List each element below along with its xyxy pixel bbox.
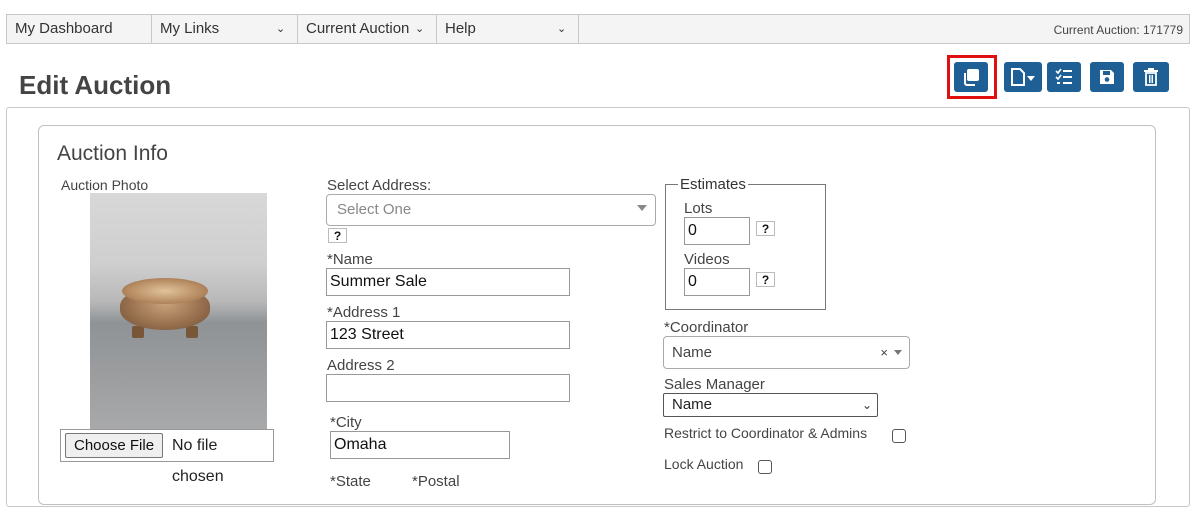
- section-heading: Auction Info: [57, 142, 168, 165]
- nav-current-auction[interactable]: Current Auction ⌄: [298, 15, 437, 43]
- photo-box-foot: [186, 326, 198, 338]
- auction-photo-label: Auction Photo: [61, 177, 149, 193]
- coordinator-value: Name: [672, 344, 713, 361]
- clear-icon[interactable]: ×: [880, 337, 888, 368]
- export-dropdown-icon: [1011, 68, 1035, 86]
- caret-down-icon: [637, 205, 647, 211]
- sales-manager-value: Name: [672, 396, 713, 413]
- address-select-placeholder: Select One: [337, 201, 412, 218]
- delete-button[interactable]: [1133, 62, 1169, 92]
- chevron-down-icon: ⌄: [861, 398, 872, 412]
- lots-label: Lots: [684, 200, 713, 217]
- sales-manager-select[interactable]: Name ⌄: [663, 393, 878, 417]
- lots-help-button[interactable]: ?: [756, 221, 775, 236]
- save-icon: [1100, 70, 1114, 84]
- photo-box-lid: [122, 278, 208, 304]
- videos-help-button[interactable]: ?: [756, 272, 775, 287]
- top-nav-bar: My Dashboard My Links ⌄ Current Auction ⌄ …: [6, 14, 1190, 44]
- page-title: Edit Auction: [19, 70, 172, 100]
- nav-my-dashboard[interactable]: My Dashboard: [7, 15, 152, 43]
- state-label: *State: [330, 473, 371, 490]
- sales-manager-label: Sales Manager: [664, 376, 765, 393]
- select-address-label: Select Address:: [327, 177, 432, 194]
- lock-auction-label: Lock Auction: [664, 456, 744, 472]
- postal-label: *Postal: [412, 473, 460, 490]
- name-input[interactable]: Summer Sale: [326, 268, 570, 296]
- export-dropdown-button[interactable]: [1004, 62, 1042, 92]
- address-help-button[interactable]: ?: [328, 228, 347, 243]
- address1-label: *Address 1: [327, 304, 401, 321]
- caret-down-icon: [894, 350, 902, 355]
- address2-label: Address 2: [327, 357, 395, 374]
- file-status: No file chosen: [172, 437, 224, 485]
- nav-current-auction-label: Current Auction: [306, 20, 410, 37]
- chevron-down-icon: ⌄: [276, 23, 286, 35]
- nav-help-label: Help: [445, 20, 476, 37]
- auction-photo: [90, 193, 267, 429]
- videos-label: Videos: [684, 251, 730, 268]
- chevron-down-icon: ⌄: [557, 23, 567, 35]
- current-auction-id: Current Auction: 171779: [1053, 23, 1183, 37]
- save-button[interactable]: [1090, 62, 1124, 92]
- delete-icon: [1144, 68, 1158, 86]
- nav-my-links[interactable]: My Links ⌄: [152, 15, 298, 43]
- name-label: *Name: [327, 251, 373, 268]
- nav-my-links-label: My Links: [160, 20, 220, 37]
- city-label: *City: [330, 414, 362, 431]
- checklist-icon: [1055, 68, 1072, 84]
- nav-my-dashboard-label: My Dashboard: [15, 20, 113, 37]
- videos-input[interactable]: 0: [684, 268, 750, 296]
- address-select[interactable]: Select One: [326, 194, 656, 226]
- choose-file-button[interactable]: Choose File: [65, 433, 164, 458]
- address1-input[interactable]: 123 Street: [326, 321, 570, 349]
- checklist-button[interactable]: [1047, 62, 1081, 92]
- estimates-legend: Estimates: [678, 176, 748, 193]
- coordinator-label: *Coordinator: [664, 319, 749, 336]
- chevron-down-icon: ⌄: [415, 23, 425, 35]
- restrict-label: Restrict to Coordinator & Admins: [664, 425, 868, 441]
- city-input[interactable]: Omaha: [330, 431, 510, 459]
- highlight-box: [947, 55, 997, 99]
- photo-box-foot: [132, 326, 144, 338]
- address2-input[interactable]: [326, 374, 570, 402]
- restrict-checkbox[interactable]: [892, 429, 906, 443]
- lock-auction-checkbox[interactable]: [758, 460, 772, 474]
- file-input[interactable]: Choose File No file chosen: [60, 429, 274, 485]
- coordinator-select[interactable]: Name ×: [663, 336, 910, 369]
- nav-help[interactable]: Help ⌄: [437, 15, 579, 43]
- lots-input[interactable]: 0: [684, 217, 750, 245]
